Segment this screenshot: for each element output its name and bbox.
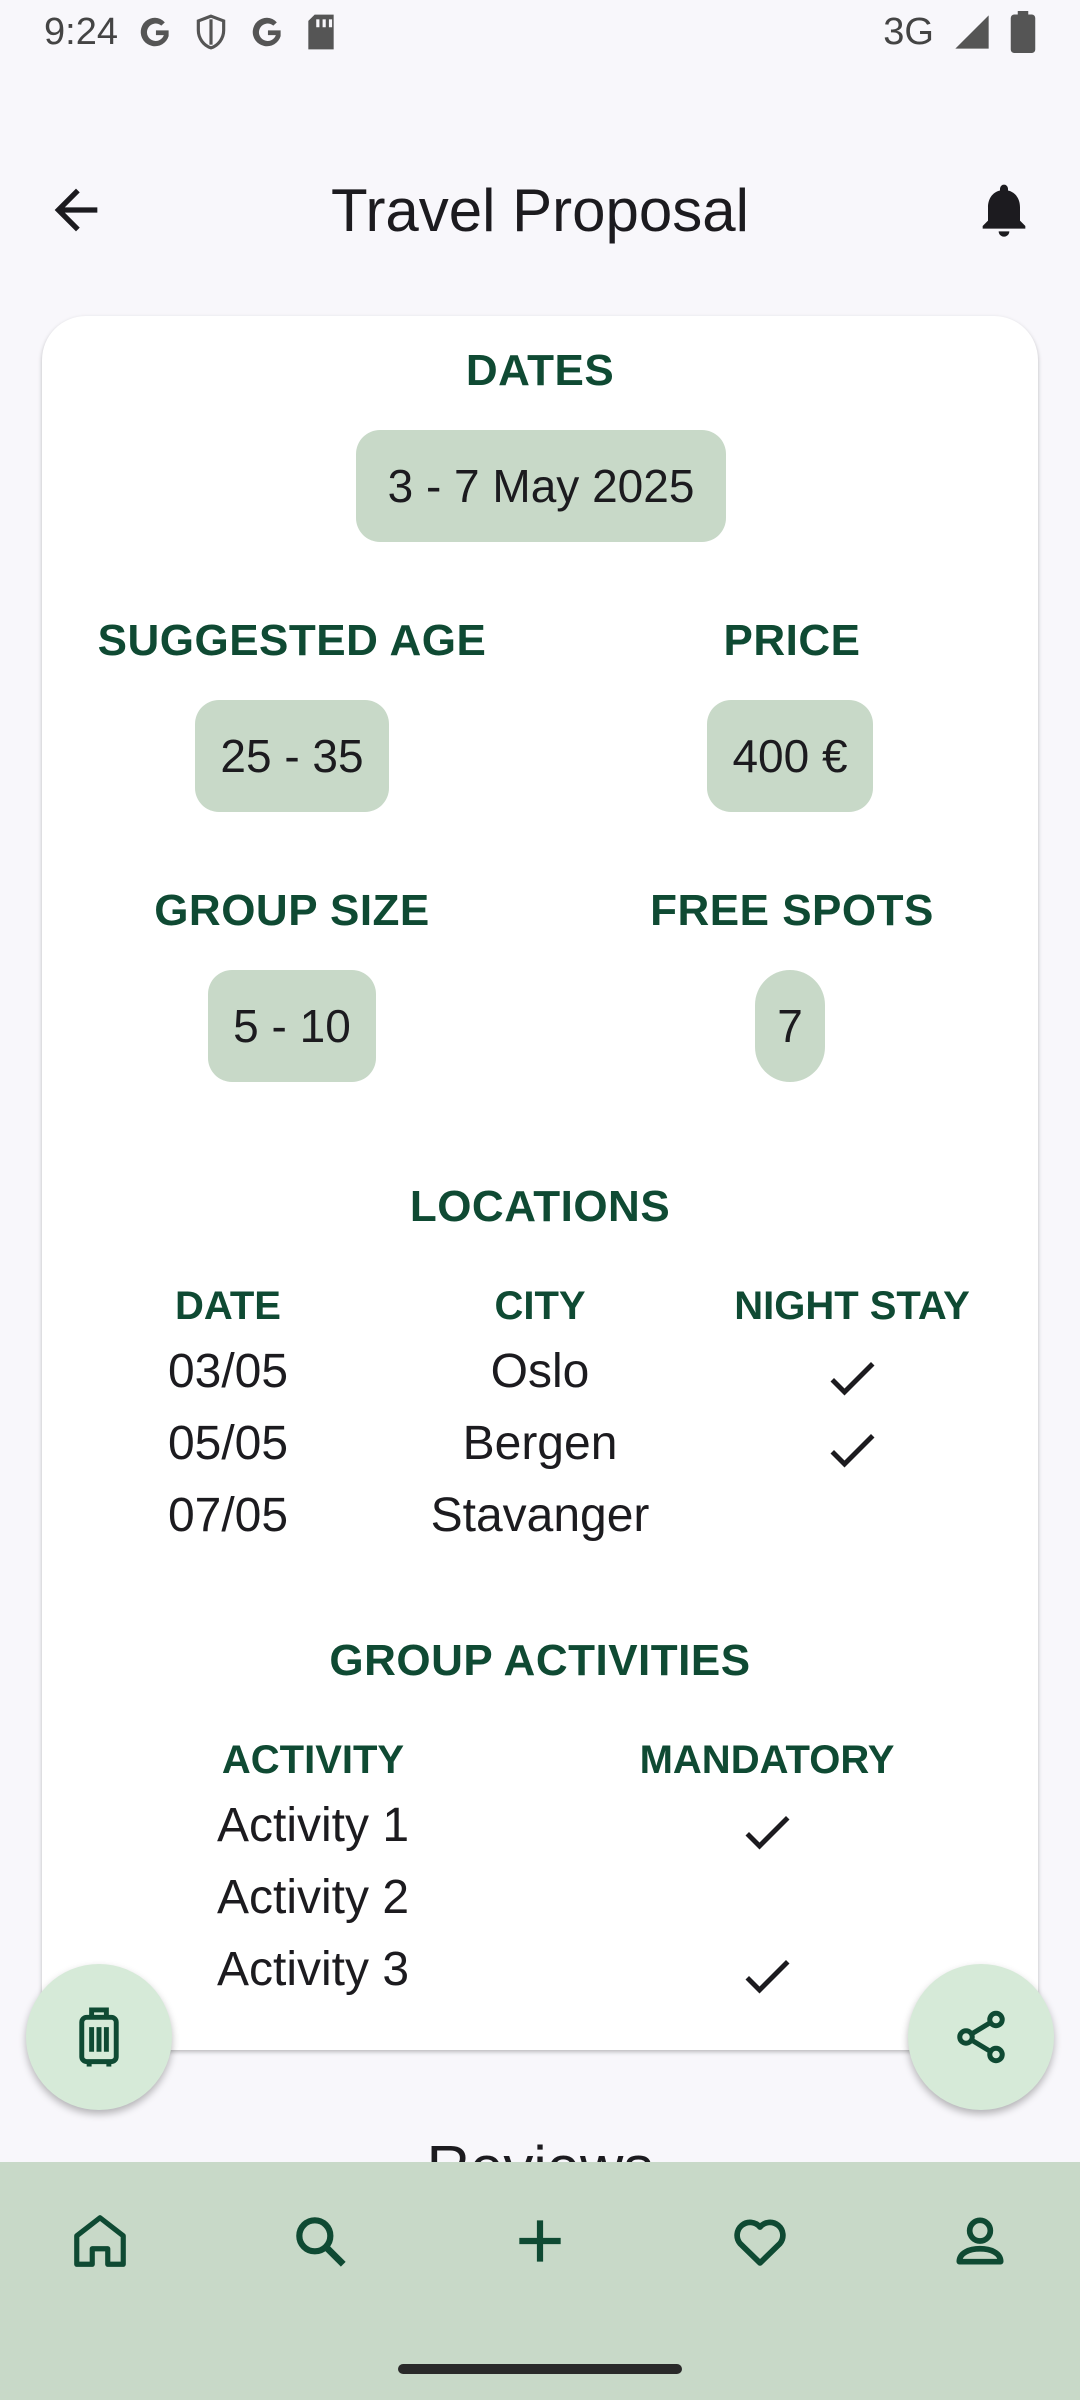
top-app-bar: Travel Proposal: [0, 150, 1080, 270]
share-fab[interactable]: [908, 1964, 1054, 2110]
arrow-back-icon: [54, 188, 98, 232]
activities-label: GROUP ACTIVITIES: [329, 1636, 751, 1685]
locations-col-night-stay: NIGHT STAY: [734, 1284, 970, 1328]
dates-chip: 3 - 7 May 2025: [356, 430, 726, 542]
group-size-label: GROUP SIZE: [154, 886, 430, 935]
add-icon: [519, 2220, 561, 2262]
profile-icon: [956, 2217, 1004, 2265]
shield-icon: [196, 14, 226, 50]
activity-name: Activity 1: [216, 1799, 410, 1852]
page-title: Travel Proposal: [331, 176, 749, 244]
luggage-fab[interactable]: [26, 1964, 172, 2110]
share-icon: [957, 2010, 1005, 2064]
free-spots-label: FREE SPOTS: [650, 886, 934, 935]
luggage-icon: [79, 2007, 119, 2067]
group-size-chip: 5 - 10: [208, 970, 376, 1082]
price-label: PRICE: [723, 616, 861, 665]
activities-col-mandatory: MANDATORY: [639, 1738, 895, 1782]
gesture-handle[interactable]: [398, 2364, 682, 2374]
price-chip: 400 €: [707, 700, 873, 812]
locations-col-date: DATE: [175, 1284, 281, 1328]
google-icon: [140, 17, 169, 47]
search-icon: [296, 2217, 346, 2267]
check-icon: [745, 1816, 790, 1850]
sd-card-icon: [308, 14, 334, 50]
check-icon: [830, 1434, 875, 1468]
nav-favorites[interactable]: [725, 2206, 795, 2276]
age-chip: 25 - 35: [195, 700, 389, 812]
location-date: 05/05: [167, 1417, 289, 1470]
location-date: 07/05: [167, 1489, 289, 1542]
battery-icon: [1010, 11, 1036, 53]
notifications-button[interactable]: [972, 178, 1036, 242]
locations-col-city: CITY: [494, 1284, 586, 1328]
proposal-card: DATES 3 - 7 May 2025 SUGGESTED AGE 25 - …: [42, 316, 1038, 2050]
nav-profile[interactable]: [945, 2206, 1015, 2276]
dates-label: DATES: [465, 346, 615, 395]
location-city: Oslo: [490, 1345, 590, 1398]
signal-icon: [955, 15, 989, 49]
activities-col-activity: ACTIVITY: [221, 1738, 405, 1782]
nav-home[interactable]: [65, 2206, 135, 2276]
age-label: SUGGESTED AGE: [97, 616, 487, 665]
network-type: 3G: [883, 10, 934, 53]
location-date: 03/05: [167, 1345, 289, 1398]
home-icon: [74, 2215, 126, 2267]
locations-label: LOCATIONS: [409, 1182, 671, 1231]
location-city: Stavanger: [430, 1489, 650, 1542]
activity-name: Activity 3: [216, 1943, 410, 1996]
activity-name: Activity 2: [216, 1871, 410, 1924]
check-icon: [830, 1362, 875, 1396]
status-time: 9:24: [44, 10, 118, 53]
status-bar: 9:24 3G: [0, 0, 1080, 64]
back-button[interactable]: [44, 178, 108, 242]
reviews-section-title: Reviews: [0, 2118, 1080, 2162]
nav-search[interactable]: [285, 2206, 355, 2276]
google-icon: [252, 17, 281, 47]
check-icon: [745, 1960, 790, 1994]
heart-icon: [734, 2219, 786, 2266]
nav-add[interactable]: [505, 2206, 575, 2276]
bell-icon: [982, 184, 1026, 237]
free-spots-chip: 7: [755, 970, 825, 1082]
location-city: Bergen: [462, 1417, 618, 1470]
